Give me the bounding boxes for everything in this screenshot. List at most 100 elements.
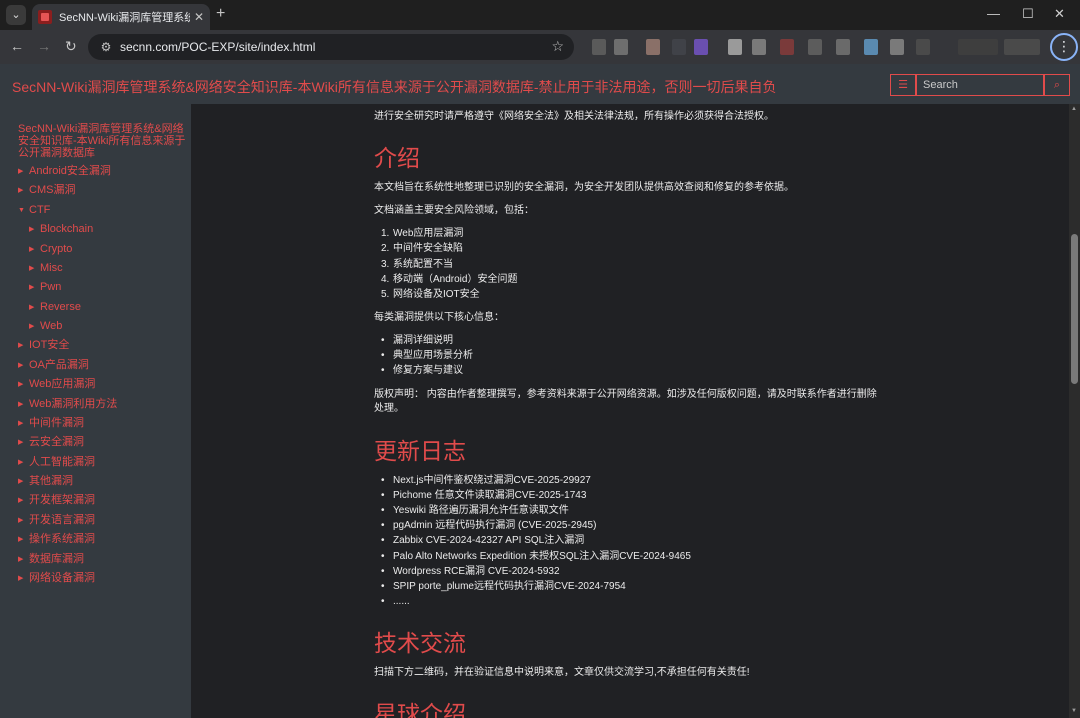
scroll-up-icon[interactable]: ▲	[1071, 106, 1077, 112]
sidebar-item-other[interactable]: ▶ 其他漏洞	[18, 475, 73, 488]
caret-right-icon: ▶	[18, 575, 24, 582]
tab-title: SecNN-Wiki漏洞库管理系统&	[59, 12, 190, 24]
caret-right-icon: ▶	[18, 439, 24, 446]
close-window-icon[interactable]: ✕	[1054, 6, 1065, 22]
changelog-item[interactable]: • Zabbix CVE-2024-42327 API SQL注入漏洞	[381, 534, 584, 547]
changelog-item[interactable]: • Next.js中间件鉴权绕过漏洞CVE-2025-29927	[381, 474, 591, 487]
extension-icon[interactable]	[752, 39, 766, 55]
caret-right-icon: ▶	[18, 556, 24, 563]
caret-right-icon: ▶	[29, 226, 35, 233]
browser-menu-icon[interactable]: ⋮	[1050, 33, 1078, 61]
changelog-item[interactable]: • pgAdmin 远程代码执行漏洞 (CVE-2025-2945)	[381, 519, 596, 532]
caret-right-icon: ▶	[18, 420, 24, 427]
list-item: 2. 中间件安全缺陷	[381, 243, 463, 254]
caret-right-icon: ▶	[18, 342, 24, 349]
sidebar-item-blockchain[interactable]: ▶ Blockchain	[29, 223, 93, 236]
scroll-down-icon[interactable]: ▼	[1071, 708, 1077, 714]
sidebar-item-android[interactable]: ▶ Android安全漏洞	[18, 165, 111, 178]
url-field[interactable]: ⚙ secnn.com/POC-EXP/site/index.html ☆	[88, 34, 574, 60]
profile-icon[interactable]	[958, 39, 998, 55]
sidebar-item-cloud[interactable]: ▶ 云安全漏洞	[18, 436, 84, 449]
changelog-item[interactable]: • Palo Alto Networks Expedition 未授权SQL注入漏…	[381, 550, 691, 563]
site-title[interactable]: SecNN-Wiki漏洞库管理系统&网络安全知识库-本Wiki所有信息来源于公开…	[12, 77, 777, 97]
tab-close-icon[interactable]: ✕	[194, 10, 204, 24]
extension-icon[interactable]	[614, 39, 628, 55]
intro-paragraph: 每类漏洞提供以下核心信息：	[374, 312, 504, 323]
sidebar-item-crypto[interactable]: ▶ Crypto	[29, 243, 72, 256]
extension-icon[interactable]	[672, 39, 686, 55]
sidebar-item-reverse[interactable]: ▶ Reverse	[29, 301, 81, 314]
minimize-icon[interactable]: —	[987, 6, 1000, 22]
url-text: secnn.com/POC-EXP/site/index.html	[120, 40, 316, 54]
heading-planet: 星球介绍	[374, 701, 466, 718]
site-favicon-icon	[38, 10, 52, 24]
caret-right-icon: ▶	[18, 168, 24, 175]
extension-icon[interactable]	[836, 39, 850, 55]
extension-icon[interactable]	[916, 39, 930, 55]
scroll-thumb[interactable]	[1071, 234, 1078, 384]
list-item: • 漏洞详细说明	[381, 335, 453, 346]
site-info-icon[interactable]: ⚙	[98, 39, 114, 55]
sidebar-item-web[interactable]: ▶ Web	[29, 320, 62, 333]
sidebar-item-oa[interactable]: ▶ OA产品漏洞	[18, 359, 89, 372]
heading-intro: 介绍	[374, 145, 420, 171]
sidebar-title[interactable]: SecNN-Wiki漏洞库管理系统&网络安全知识库-本Wiki所有信息来源于公开…	[18, 123, 186, 159]
sidebar-item-iot[interactable]: ▶ IOT安全	[18, 339, 69, 352]
sidebar-item-network-device[interactable]: ▶ 网络设备漏洞	[18, 572, 95, 585]
sidebar-item-framework[interactable]: ▶ 开发框架漏洞	[18, 494, 95, 507]
caret-right-icon: ▶	[29, 284, 35, 291]
browser-tab[interactable]: SecNN-Wiki漏洞库管理系统& ✕	[32, 4, 210, 30]
toggle-menu-icon[interactable]: ☰	[890, 74, 916, 96]
back-icon[interactable]: ←	[10, 38, 24, 54]
sidebar-item-pwn[interactable]: ▶ Pwn	[29, 281, 61, 294]
sidebar-item-database[interactable]: ▶ 数据库漏洞	[18, 553, 84, 566]
sidebar-item-middleware[interactable]: ▶ 中间件漏洞	[18, 417, 84, 430]
bookmark-star-icon[interactable]: ☆	[551, 38, 564, 55]
changelog-item[interactable]: • Wordpress RCE漏洞 CVE-2024-5932	[381, 565, 560, 578]
caret-right-icon: ▶	[29, 246, 35, 253]
sidebar-item-cms[interactable]: ▶ CMS漏洞	[18, 184, 75, 197]
intro-paragraph: 文档涵盖主要安全风险领域，包括：	[374, 205, 534, 216]
copyright-text: 版权声明： 内容由作者整理撰写，参考资料来源于公开网络资源。如涉及任何版权问题，…	[374, 389, 877, 414]
tab-search-icon[interactable]: ⌄	[6, 5, 26, 25]
main-content: 进行安全研究时请严格遵守《网络安全法》及相关法律法规，所有操作必须获得合法授权。…	[191, 104, 1069, 718]
maximize-icon[interactable]: ☐	[1022, 6, 1034, 22]
extension-icon[interactable]	[1004, 39, 1040, 55]
extension-icon[interactable]	[728, 39, 742, 55]
list-item: 1. Web应用层漏洞	[381, 228, 464, 239]
extension-icon[interactable]	[694, 39, 708, 55]
extension-icon[interactable]	[808, 39, 822, 55]
changelog-item[interactable]: • Yeswiki 路径遍历漏洞允许任意读取文件	[381, 504, 569, 517]
caret-right-icon: ▶	[18, 478, 24, 485]
sidebar-item-web-exploit[interactable]: ▶ Web漏洞利用方法	[18, 398, 117, 411]
heading-exchange: 技术交流	[374, 630, 466, 656]
sidebar-item-misc[interactable]: ▶ Misc	[29, 262, 63, 275]
list-item: • 修复方案与建议	[381, 365, 463, 376]
list-item: 3. 系统配置不当	[381, 259, 453, 270]
changelog-item[interactable]: • SPIP porte_plume远程代码执行漏洞CVE-2024-7954	[381, 580, 626, 593]
sidebar-item-language[interactable]: ▶ 开发语言漏洞	[18, 514, 95, 527]
site-header: SecNN-Wiki漏洞库管理系统&网络安全知识库-本Wiki所有信息来源于公开…	[0, 64, 1080, 104]
caret-right-icon: ▶	[18, 497, 24, 504]
extension-icon[interactable]	[864, 39, 878, 55]
search-icon[interactable]: ⌕	[1044, 74, 1070, 96]
address-bar-row: ← → ↻ ⚙ secnn.com/POC-EXP/site/index.htm…	[0, 30, 1080, 64]
extension-icon[interactable]	[890, 39, 904, 55]
extension-icon[interactable]	[646, 39, 660, 55]
new-tab-icon[interactable]: +	[216, 6, 225, 22]
intro-top-text: 进行安全研究时请严格遵守《网络安全法》及相关法律法规，所有操作必须获得合法授权。	[374, 111, 774, 122]
changelog-item[interactable]: • Pichome 任意文件读取漏洞CVE-2025-1743	[381, 489, 586, 502]
page-scrollbar[interactable]: ▲ ▼	[1069, 104, 1080, 718]
search-input[interactable]	[916, 74, 1044, 96]
caret-right-icon: ▶	[18, 381, 24, 388]
heading-changelog: 更新日志	[374, 438, 466, 464]
extension-icon[interactable]	[780, 39, 794, 55]
sidebar-item-ctf[interactable]: ▼ CTF	[18, 204, 50, 217]
forward-icon[interactable]: →	[37, 38, 51, 54]
extension-icon[interactable]	[592, 39, 606, 55]
sidebar-item-os[interactable]: ▶ 操作系统漏洞	[18, 533, 95, 546]
sidebar-item-webapp[interactable]: ▶ Web应用漏洞	[18, 378, 95, 391]
reload-icon[interactable]: ↻	[65, 38, 77, 54]
list-item: • 典型应用场景分析	[381, 350, 473, 361]
sidebar-item-ai[interactable]: ▶ 人工智能漏洞	[18, 456, 95, 469]
